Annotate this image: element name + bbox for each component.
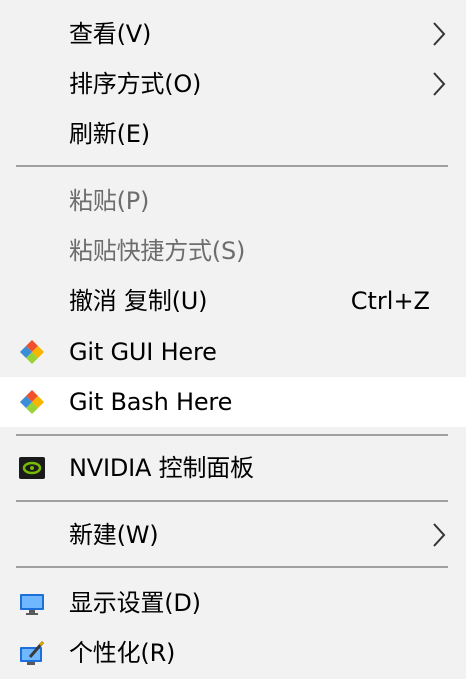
chevron-right-icon: [433, 72, 446, 96]
menu-separator: [16, 500, 448, 502]
menu-item-undo-copy-shortcut: Ctrl+Z: [350, 287, 430, 315]
git-icon: [20, 390, 44, 414]
nvidia-icon: [19, 457, 45, 479]
chevron-right-icon: [433, 22, 446, 46]
git-icon: [20, 340, 44, 364]
menu-item-new-label: 新建(W): [69, 521, 159, 549]
personalize-icon: [20, 640, 45, 665]
menu-item-refresh[interactable]: 刷新(E): [0, 109, 466, 159]
menu-separator: [16, 165, 448, 167]
menu-separator: [16, 434, 448, 436]
menu-item-git-gui-here-label: Git GUI Here: [69, 338, 217, 366]
menu-item-sort-by-label: 排序方式(O): [69, 70, 202, 98]
menu-item-sort-by[interactable]: 排序方式(O): [0, 59, 466, 109]
desktop-context-menu: 查看(V) 排序方式(O) 刷新(E) 粘贴(P) 粘贴快捷方式(S) 撤消 复…: [0, 0, 466, 679]
menu-item-paste: 粘贴(P): [0, 176, 466, 226]
menu-item-new[interactable]: 新建(W): [0, 510, 466, 560]
menu-item-nvidia-control-panel[interactable]: NVIDIA 控制面板: [0, 443, 466, 493]
menu-item-refresh-label: 刷新(E): [69, 120, 150, 148]
chevron-right-icon: [433, 523, 446, 547]
menu-item-paste-shortcut-label: 粘贴快捷方式(S): [69, 237, 246, 265]
menu-item-undo-copy[interactable]: 撤消 复制(U) Ctrl+Z: [0, 276, 466, 326]
menu-separator: [16, 566, 448, 568]
menu-item-git-bash-here-label: Git Bash Here: [69, 388, 233, 416]
menu-item-personalize-label: 个性化(R): [69, 639, 176, 667]
menu-item-paste-shortcut: 粘贴快捷方式(S): [0, 226, 466, 276]
display-settings-icon: [20, 594, 44, 615]
menu-item-paste-label: 粘贴(P): [69, 187, 150, 215]
menu-item-nvidia-control-panel-label: NVIDIA 控制面板: [69, 454, 254, 482]
menu-item-view-label: 查看(V): [69, 20, 152, 48]
menu-item-view[interactable]: 查看(V): [0, 9, 466, 59]
menu-item-undo-copy-label: 撤消 复制(U): [69, 287, 208, 315]
menu-item-display-settings-label: 显示设置(D): [69, 589, 201, 617]
menu-item-git-bash-here[interactable]: Git Bash Here: [0, 377, 466, 427]
menu-item-display-settings[interactable]: 显示设置(D): [0, 578, 466, 628]
menu-item-git-gui-here[interactable]: Git GUI Here: [0, 327, 466, 377]
menu-item-personalize[interactable]: 个性化(R): [0, 628, 466, 678]
